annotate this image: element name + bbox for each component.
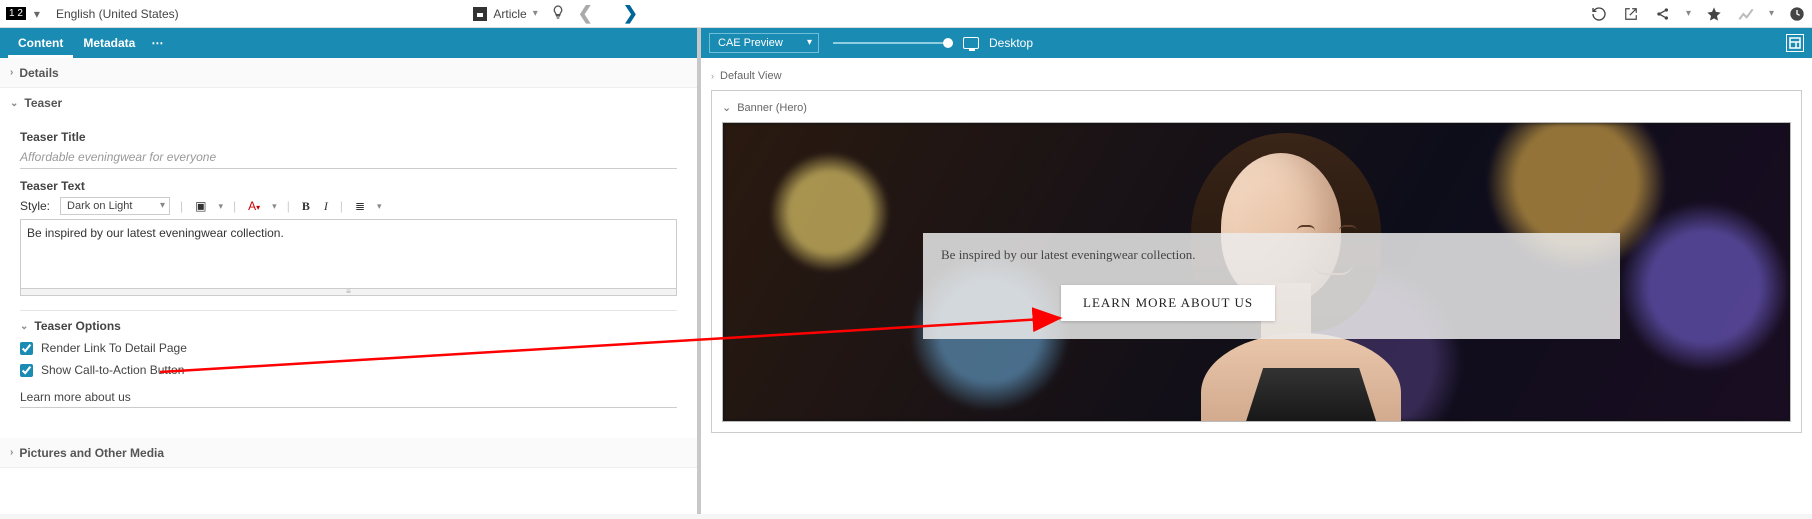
article-icon xyxy=(473,7,487,21)
chevron-down-icon: ⌄ xyxy=(20,321,28,332)
section-pictures[interactable]: › Pictures and Other Media xyxy=(0,438,697,468)
section-details-label: Details xyxy=(19,66,58,80)
show-cta-label: Show Call-to-Action Button xyxy=(41,363,184,377)
teaser-title-input[interactable]: Affordable eveningwear for everyone xyxy=(20,146,677,169)
star-icon[interactable] xyxy=(1705,5,1723,23)
chevron-down-icon: ⌄ xyxy=(10,98,18,109)
zoom-slider[interactable] xyxy=(833,42,953,44)
chevron-down-icon[interactable]: ▾ xyxy=(218,201,223,212)
section-pictures-label: Pictures and Other Media xyxy=(19,446,164,460)
lightbulb-icon[interactable] xyxy=(550,4,566,23)
font-color-button[interactable]: A▾ xyxy=(246,199,262,213)
preview-settings-button[interactable] xyxy=(1786,34,1804,52)
tab-metadata[interactable]: Metadata xyxy=(73,28,145,58)
chevron-right-icon: › xyxy=(10,447,13,458)
render-link-checkbox[interactable] xyxy=(20,342,33,355)
hero-preview: Be inspired by our latest eveningwear co… xyxy=(722,122,1791,422)
chevron-down-icon[interactable]: ▾ xyxy=(1686,8,1691,19)
image-align-button[interactable]: ▣ xyxy=(193,199,208,213)
bold-button[interactable]: B xyxy=(300,199,312,214)
external-link-icon[interactable] xyxy=(1622,5,1640,23)
section-details[interactable]: › Details xyxy=(0,58,697,88)
clock-icon[interactable] xyxy=(1788,5,1806,23)
section-teaser[interactable]: ⌄ Teaser xyxy=(0,88,697,118)
chevron-down-icon: ▾ xyxy=(533,8,538,19)
italic-button[interactable]: I xyxy=(322,199,330,214)
content-type-label: Article xyxy=(493,7,526,21)
refresh-icon[interactable] xyxy=(1590,5,1608,23)
doc-badge: 1 2 xyxy=(6,7,26,20)
teaser-options-toggle[interactable]: ⌄ Teaser Options xyxy=(20,319,677,333)
chevron-right-icon: › xyxy=(711,71,714,81)
chevron-down-icon[interactable]: ▾ xyxy=(377,201,382,212)
style-select[interactable]: Dark on Light xyxy=(60,197,170,215)
language-label[interactable]: English (United States) xyxy=(56,7,179,21)
preview-toolbar: CAE Preview Desktop xyxy=(701,28,1812,58)
resize-handle[interactable] xyxy=(20,289,677,296)
teaser-text-input[interactable]: Be inspired by our latest eveningwear co… xyxy=(20,219,677,289)
device-label: Desktop xyxy=(989,36,1033,50)
preview-mode-select[interactable]: CAE Preview xyxy=(709,33,819,53)
chevron-right-icon: › xyxy=(10,67,13,78)
editor-tabs: Content Metadata ⋯ xyxy=(0,28,697,58)
hero-overlay: Be inspired by our latest eveningwear co… xyxy=(923,233,1620,339)
teaser-options-label: Teaser Options xyxy=(34,319,120,333)
content-type-selector[interactable]: Article ▾ xyxy=(473,7,537,21)
tab-content[interactable]: Content xyxy=(8,28,73,58)
default-view-toggle[interactable]: › Default View xyxy=(711,70,1802,82)
teaser-title-label: Teaser Title xyxy=(20,130,677,144)
hero-tagline: Be inspired by our latest eveningwear co… xyxy=(941,247,1602,263)
chevron-down-icon: ⌄ xyxy=(722,101,731,114)
section-teaser-label: Teaser xyxy=(24,96,62,110)
align-button[interactable]: ≣ xyxy=(353,199,367,213)
style-label: Style: xyxy=(20,199,50,213)
desktop-icon[interactable] xyxy=(963,37,979,49)
chevron-down-icon[interactable]: ▾ xyxy=(272,201,277,212)
analytics-icon[interactable] xyxy=(1737,5,1755,23)
banner-hero-toggle[interactable]: ⌄ Banner (Hero) xyxy=(722,101,1791,114)
chevron-down-icon[interactable]: ▾ xyxy=(1769,8,1774,19)
rte-toolbar: Style: Dark on Light | ▣ ▾ | A▾ ▾ | B I … xyxy=(20,197,677,215)
cta-text-input[interactable] xyxy=(20,387,677,408)
hero-cta-button[interactable]: LEARN MORE ABOUT US xyxy=(1061,285,1275,321)
banner-hero-label: Banner (Hero) xyxy=(737,102,807,114)
next-doc-button[interactable]: ❯ xyxy=(623,3,638,24)
default-view-label: Default View xyxy=(720,70,782,82)
render-link-label: Render Link To Detail Page xyxy=(41,341,187,355)
show-cta-checkbox[interactable] xyxy=(20,364,33,377)
banner-frame: ⌄ Banner (Hero) xyxy=(711,90,1802,433)
prev-doc-button[interactable]: ❮ xyxy=(578,3,593,24)
doc-dropdown[interactable]: ▾ xyxy=(34,7,40,21)
tab-more[interactable]: ⋯ xyxy=(151,36,165,50)
teaser-text-label: Teaser Text xyxy=(20,179,677,193)
share-icon[interactable] xyxy=(1654,5,1672,23)
